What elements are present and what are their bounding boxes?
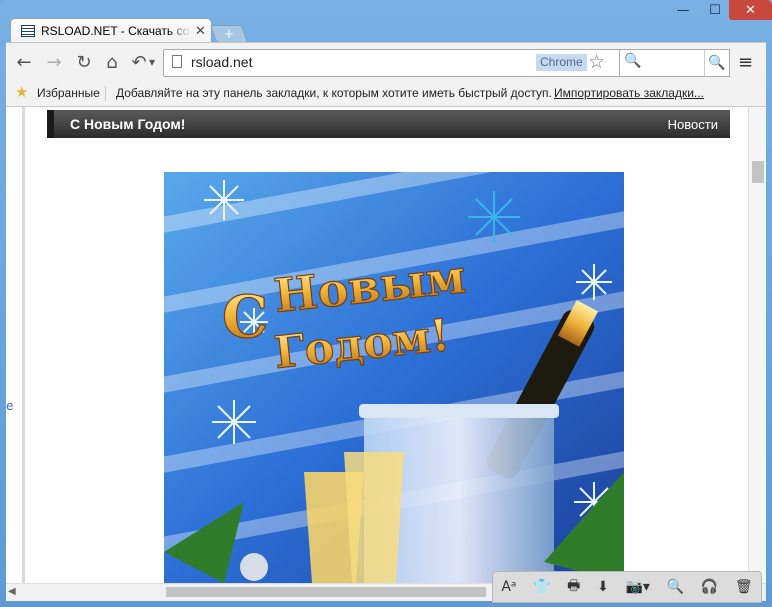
minimize-button[interactable]: — (665, 0, 701, 20)
search-icon[interactable]: 🔍 (667, 579, 684, 595)
news-title[interactable]: С Новым Годом! (70, 116, 185, 132)
bookmarks-separator (105, 86, 106, 101)
news-header-bar: С Новым Годом! Новости (47, 110, 730, 138)
close-window-button[interactable]: ✕ (729, 0, 772, 20)
bookmarks-hint: Добавляйте на эту панель закладки, к кот… (116, 86, 552, 100)
tab-rsload[interactable]: RSLOAD.NET - Скачать софт ✕ (10, 18, 212, 43)
news-category-link[interactable]: Новости (668, 117, 718, 132)
plus-icon: + (223, 27, 235, 41)
maximize-button[interactable]: ☐ (701, 0, 729, 20)
browser-window: — ☐ ✕ RSLOAD.NET - Скачать софт ✕ + ← → … (0, 0, 772, 607)
tab-close-icon[interactable]: ✕ (195, 24, 206, 39)
chrome-badge[interactable]: Chrome (536, 54, 587, 71)
left-border-line (22, 107, 25, 583)
download-icon[interactable]: ⬇ (597, 579, 609, 595)
headphones-icon[interactable]: 🎧 (701, 579, 718, 595)
favorites-star-icon: ★ (15, 84, 29, 101)
horizontal-scroll-thumb[interactable] (166, 587, 486, 597)
print-icon[interactable]: 🖶 (567, 575, 580, 599)
new-tab-button[interactable]: + (209, 25, 249, 43)
new-year-card-image: С Новым Годом! (164, 172, 624, 583)
undo-menu-chevron-icon[interactable]: ▾ (146, 51, 158, 73)
search-box[interactable]: 🔍 🔍 (619, 49, 730, 77)
vertical-scroll-thumb[interactable] (752, 161, 764, 183)
address-bar[interactable]: rsload.net Chrome ☆ (163, 49, 621, 77)
home-button[interactable]: ⌂ (100, 51, 124, 73)
trash-icon[interactable]: 🗑 (735, 579, 753, 595)
bookmark-star-icon[interactable]: ☆ (588, 51, 605, 73)
url-text: rsload.net (191, 54, 253, 70)
import-bookmarks-link[interactable]: Импортировать закладки... (554, 86, 704, 100)
search-button[interactable]: 🔍 (704, 50, 729, 76)
favorites-link[interactable]: Избранные (37, 86, 100, 100)
shirt-icon[interactable]: 👕 (533, 579, 550, 595)
card-text-c: С (222, 283, 268, 351)
vertical-scrollbar[interactable] (748, 107, 766, 583)
news-bar-accent (47, 110, 54, 138)
card-illustration: С Новым Годом! (164, 172, 624, 583)
chrome-menu-button[interactable]: ≡ (738, 52, 756, 73)
tab-title: RSLOAD.NET - Скачать софт (41, 24, 191, 38)
extension-toolbar: Aᵃ 👕 🖶 ⬇ 📷▾ 🔍 🎧 🗑 (492, 571, 762, 603)
search-engine-icon[interactable]: 🔍 (624, 53, 641, 69)
camera-icon[interactable]: 📷▾ (625, 579, 649, 595)
font-size-icon[interactable]: Aᵃ (501, 579, 516, 595)
site-favicon-icon (21, 25, 35, 37)
edge-text[interactable]: e (6, 399, 13, 413)
browser-toolbar: ← → ↻ ⌂ ↶ ▾ rsload.net Chrome ☆ 🔍 🔍 ≡ (6, 42, 766, 81)
reload-button[interactable]: ↻ (72, 51, 96, 73)
back-button[interactable]: ← (12, 51, 36, 73)
forward-button[interactable]: → (42, 51, 66, 73)
page-icon (172, 55, 182, 68)
scroll-left-arrow-icon[interactable]: ◀ (8, 586, 16, 597)
page-viewport: e С Новым Годом! Новости С Новым Годом! (6, 107, 766, 583)
bookmarks-bar: ★ Избранные Добавляйте на эту панель зак… (6, 80, 766, 107)
